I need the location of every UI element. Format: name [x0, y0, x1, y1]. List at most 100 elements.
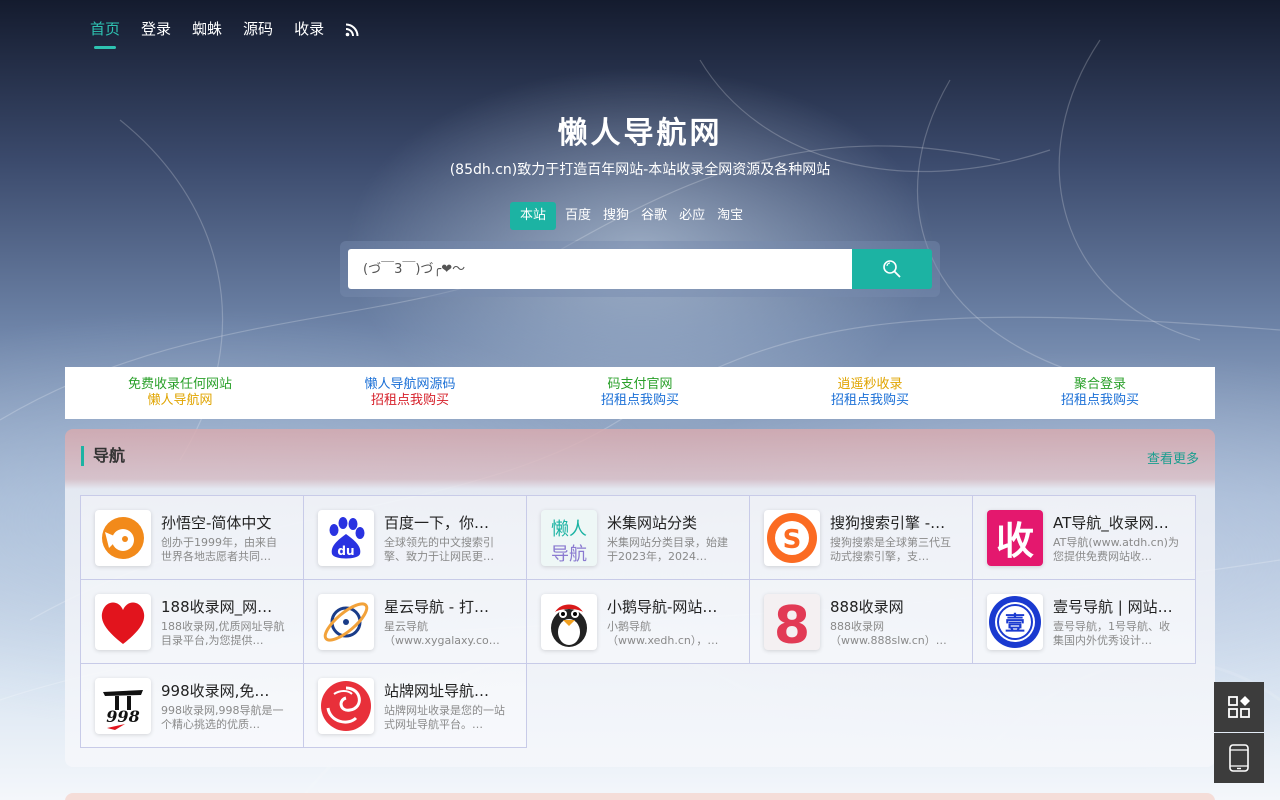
- svg-text:收: 收: [996, 519, 1034, 563]
- sogou-logo: S: [764, 510, 820, 566]
- site-name: 百度一下，你…: [384, 514, 490, 532]
- search-icon: [883, 260, 901, 278]
- engine-tab-taobao[interactable]: 淘宝: [711, 202, 749, 230]
- xingyun-logo: [318, 594, 374, 650]
- site-card[interactable]: 懒人导航 米集网站分类 米集网站分类目录，始建于2023年，2024…: [526, 495, 750, 580]
- yihao-logo: 壹: [987, 594, 1043, 650]
- nav-panel: 导航 查看更多 孙悟空-简体中文 创办于1999年，由来自世界各地志愿者共同… …: [65, 429, 1215, 767]
- nav-login[interactable]: 登录: [141, 18, 171, 47]
- nav-source[interactable]: 源码: [243, 18, 273, 47]
- svg-text:懒人: 懒人: [551, 519, 587, 540]
- engine-tab-baidu[interactable]: 百度: [559, 202, 597, 230]
- site-name: 米集网站分类: [607, 514, 698, 532]
- nav-submit[interactable]: 收录: [294, 18, 324, 47]
- ad-line-2: 懒人导航网: [147, 393, 213, 408]
- engine-tab-sogou[interactable]: 搜狗: [597, 202, 635, 230]
- ad-line-2: 招租点我购买: [600, 393, 679, 408]
- penguin-logo: [541, 594, 597, 650]
- site-desc: 星云导航（www.xygalaxy.co…: [384, 620, 500, 647]
- site-name: 888收录网: [830, 598, 904, 616]
- site-desc: 188收录网,优质网址导航目录平台,为您提供…: [161, 620, 285, 647]
- site-desc: AT导航(www.atdh.cn)为您提供免费网站收…: [1053, 536, 1179, 563]
- apps-button[interactable]: [1214, 682, 1264, 732]
- site-card[interactable]: 站牌网址导航… 站牌网址收录是您的一站式网址导航平台。…: [303, 663, 527, 748]
- ad-item[interactable]: 码支付官网 招租点我购买: [525, 367, 755, 419]
- site-desc: 米集网站分类目录，始建于2023年，2024…: [607, 536, 728, 563]
- ad-strip: 免费收录任何网站 懒人导航网 懒人导航网源码 招租点我购买 码支付官网 招租点我…: [65, 367, 1215, 419]
- site-name: 站牌网址导航…: [384, 682, 490, 700]
- site-card[interactable]: S 搜狗搜索引擎 -… 搜狗搜索是全球第三代互动式搜索引擎，支…: [749, 495, 973, 580]
- top-nav: 首页 登录 蜘蛛 源码 收录: [90, 18, 359, 49]
- site-card[interactable]: 998 998收录网,免… 998收录网,998导航是一个精心挑选的优质…: [80, 663, 304, 748]
- panel-title: 导航: [81, 446, 125, 466]
- site-name: 壹号导航 | 网站…: [1053, 598, 1173, 616]
- site-subtitle: (85dh.cn)致力于打造百年网站-本站收录全网资源及各种网站: [449, 162, 831, 178]
- search-engine-tabs: 本站 百度 搜狗 谷歌 必应 淘宝: [510, 202, 749, 230]
- ad-line-2: 招租点我购买: [830, 393, 909, 408]
- next-panel: [65, 793, 1215, 800]
- baidu-logo: du: [318, 510, 374, 566]
- ad-item[interactable]: 懒人导航网源码 招租点我购买: [295, 367, 525, 419]
- svg-text:998: 998: [106, 707, 139, 726]
- site-card[interactable]: 188收录网_网… 188收录网,优质网址导航目录平台,为您提供…: [80, 579, 304, 664]
- site-desc: 998收录网,998导航是一个精心挑选的优质…: [161, 704, 284, 731]
- ad-line-1: 逍遥秒收录: [837, 377, 903, 392]
- eight-logo: 8: [764, 594, 820, 650]
- site-card[interactable]: 星云导航 - 打… 星云导航（www.xygalaxy.co…: [303, 579, 527, 664]
- site-grid: 孙悟空-简体中文 创办于1999年，由来自世界各地志愿者共同… du 百度一下，…: [80, 495, 1196, 748]
- ad-item[interactable]: 逍遥秒收录 招租点我购买: [755, 367, 985, 419]
- site-card[interactable]: 小鹅导航-网站… 小鹅导航（www.xedh.cn），…: [526, 579, 750, 664]
- tablet-icon: [1229, 744, 1249, 772]
- site-desc: 创办于1999年，由来自世界各地志愿者共同…: [161, 536, 277, 563]
- svg-text:S: S: [783, 525, 802, 555]
- ad-line-2: 招租点我购买: [370, 393, 449, 408]
- sunwukong-logo: [95, 510, 151, 566]
- site-desc: 小鹅导航（www.xedh.cn），…: [607, 620, 719, 647]
- site-name: 星云导航 - 打…: [384, 598, 489, 616]
- ad-line-2: 招租点我购买: [1060, 393, 1139, 408]
- search-button[interactable]: [852, 249, 932, 289]
- site-desc: 站牌网址收录是您的一站式网址导航平台。…: [384, 704, 505, 731]
- ad-line-1: 码支付官网: [607, 377, 673, 392]
- lanren-logo: 懒人 导航: [541, 510, 597, 566]
- shoulu-logo: 收: [987, 510, 1043, 566]
- site-name: 搜狗搜索引擎 -…: [830, 514, 946, 532]
- view-more-link[interactable]: 查看更多: [1147, 448, 1199, 467]
- spiral-logo: [318, 678, 374, 734]
- site-card[interactable]: 8 888收录网 888收录网（www.888slw.cn）…: [749, 579, 973, 664]
- site-card[interactable]: 收 AT导航_收录网… AT导航(www.atdh.cn)为您提供免费网站收…: [972, 495, 1196, 580]
- site-name: 孙悟空-简体中文: [161, 514, 272, 532]
- apps-icon: [1228, 696, 1250, 718]
- 998-logo: 998: [95, 678, 151, 734]
- search-input[interactable]: [348, 249, 852, 289]
- engine-tab-bing[interactable]: 必应: [673, 202, 711, 230]
- heart-logo: [95, 594, 151, 650]
- ad-line-1: 聚合登录: [1073, 377, 1126, 392]
- svg-text:壹: 壹: [1005, 611, 1025, 635]
- site-name: AT导航_收录网…: [1053, 514, 1169, 532]
- site-desc: 全球领先的中文搜索引擎、致力于让网民更…: [384, 536, 494, 563]
- ad-line-1: 免费收录任何网站: [127, 377, 232, 392]
- engine-tab-google[interactable]: 谷歌: [635, 202, 673, 230]
- mobile-button[interactable]: [1214, 733, 1264, 783]
- svg-text:导航: 导航: [551, 544, 587, 565]
- site-desc: 壹号导航，1号导航、收集国内外优秀设计…: [1053, 620, 1170, 647]
- nav-spider[interactable]: 蜘蛛: [192, 18, 222, 47]
- ad-line-1: 懒人导航网源码: [364, 377, 456, 392]
- svg-text:du: du: [337, 544, 354, 558]
- nav-home[interactable]: 首页: [90, 18, 120, 49]
- site-desc: 888收录网（www.888slw.cn）…: [830, 620, 947, 647]
- site-name: 998收录网,免…: [161, 682, 270, 700]
- rss-icon[interactable]: [345, 22, 359, 37]
- engine-tab-local[interactable]: 本站: [510, 202, 557, 230]
- site-card[interactable]: 壹 壹号导航 | 网站… 壹号导航，1号导航、收集国内外优秀设计…: [972, 579, 1196, 664]
- search-bar: [340, 241, 940, 297]
- ad-item[interactable]: 聚合登录 招租点我购买: [985, 367, 1215, 419]
- site-desc: 搜狗搜索是全球第三代互动式搜索引擎，支…: [830, 536, 951, 563]
- ad-item[interactable]: 免费收录任何网站 懒人导航网: [65, 367, 295, 419]
- svg-text:8: 8: [774, 596, 810, 650]
- site-card[interactable]: 孙悟空-简体中文 创办于1999年，由来自世界各地志愿者共同…: [80, 495, 304, 580]
- site-card[interactable]: du 百度一下，你… 全球领先的中文搜索引擎、致力于让网民更…: [303, 495, 527, 580]
- site-name: 188收录网_网…: [161, 598, 273, 616]
- site-title: 懒人导航网: [557, 116, 723, 151]
